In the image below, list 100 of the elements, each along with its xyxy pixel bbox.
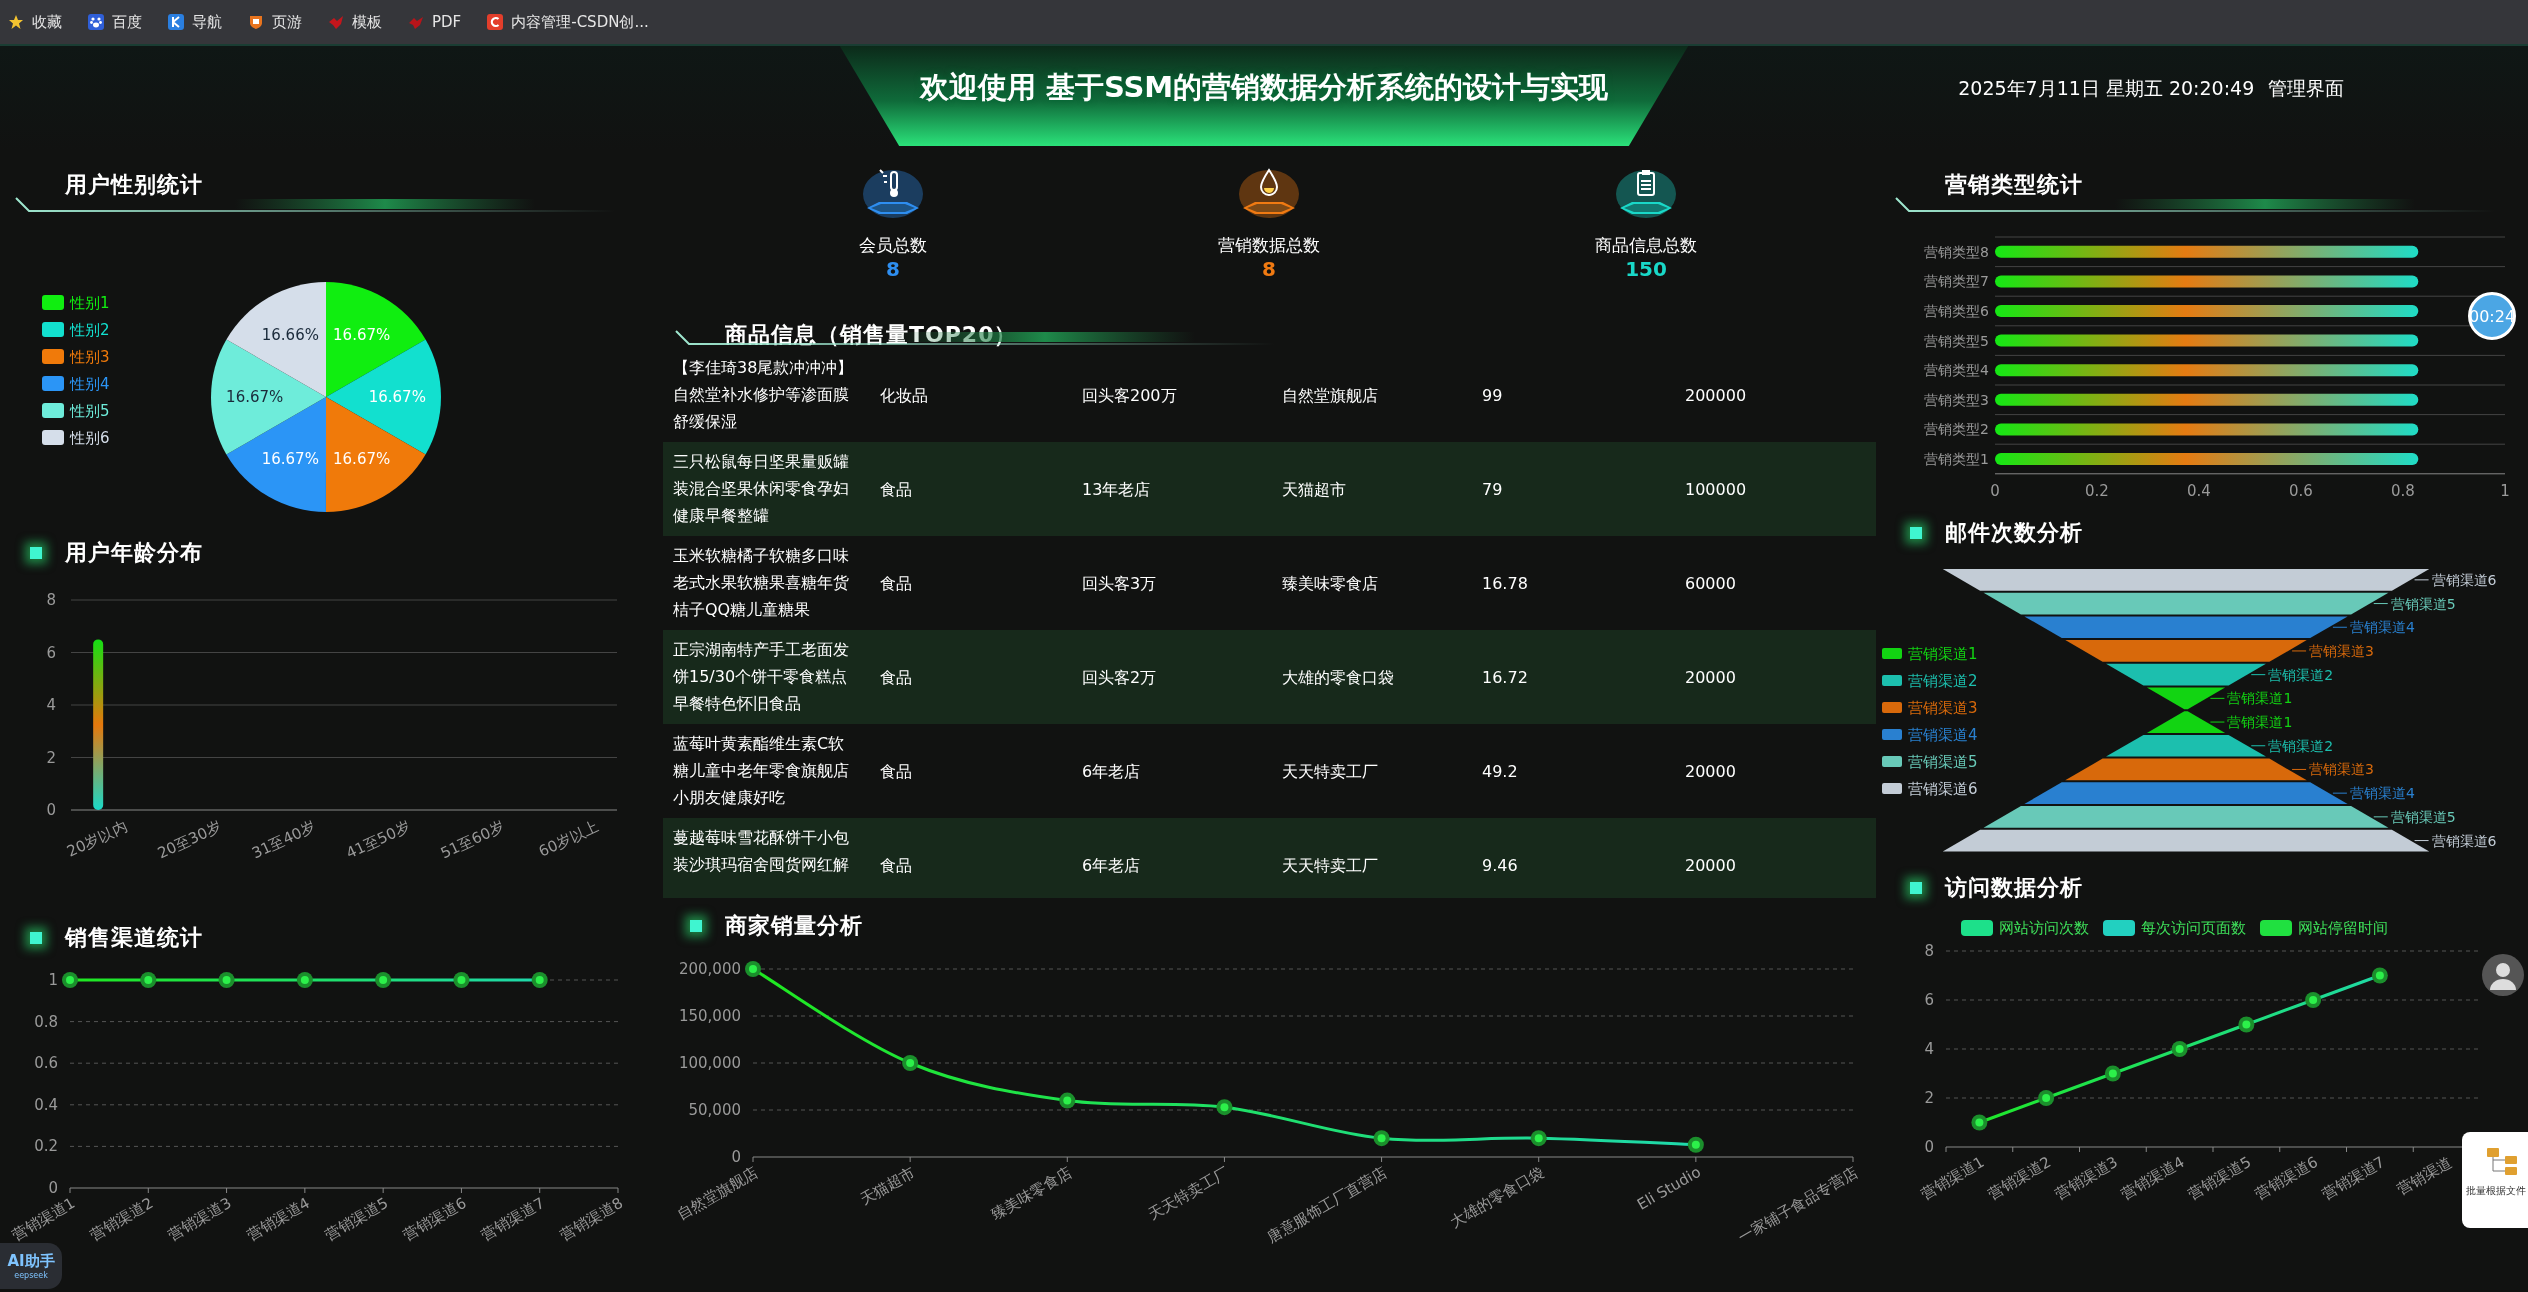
axis-label: 营销类型4: [1924, 362, 1989, 379]
table-cell-text: 正宗湖南特产手工老面发饼15/30个饼干零食糕点早餐特色怀旧食品: [673, 639, 850, 715]
droplet-icon: [1260, 169, 1278, 196]
section-title: 营销类型统计: [1945, 171, 2083, 199]
data-point: [1216, 1099, 1233, 1116]
table-cell-text: 自然堂旗舰店: [1282, 384, 1379, 407]
table-cell-text: 天天特卖工厂: [1282, 854, 1379, 877]
table-cell-text: 20000: [1685, 760, 1737, 783]
axis-label: 营销渠道: [2393, 1152, 2455, 1199]
leader-line: [2373, 603, 2389, 605]
bookmark-link[interactable]: 收藏: [8, 12, 62, 32]
axis-label: 0.2: [34, 1137, 58, 1156]
legend-label: 性别5: [70, 402, 110, 420]
data-point: [1373, 1130, 1390, 1147]
axis-label: 150,000: [678, 1007, 741, 1025]
table-cell-text: 16.72: [1482, 666, 1529, 689]
table-cell-text: 天猫超市: [1282, 478, 1347, 501]
legend-swatch[interactable]: [2102, 920, 2135, 936]
table-cell-text: 13年老店: [1082, 478, 1152, 501]
bookmark-link[interactable]: 内容管理-CSDN创...: [487, 12, 649, 32]
axis-label: 200,000: [678, 960, 741, 978]
legend-label[interactable]: 网站访问次数: [1998, 918, 2089, 938]
bookmark-link[interactable]: 导航: [168, 12, 222, 32]
legend-label: 营销渠道6: [1908, 780, 1978, 798]
table-cell-text: 蔓越莓味雪花酥饼干小包装沙琪玛宿舍囤货网红解: [673, 827, 850, 876]
stat-label: 营销数据总数: [1218, 234, 1320, 257]
legend-label[interactable]: 每次访问页面数: [2140, 918, 2246, 938]
pedestal-drawing: [863, 170, 923, 218]
table-cell-text: 16.78: [1482, 572, 1529, 595]
section-title: 访问数据分析: [1945, 873, 2083, 902]
section-title: 用户年龄分布: [65, 538, 203, 567]
legend-label: 营销渠道4: [1908, 726, 1978, 744]
data-point: [2371, 967, 2388, 984]
data-point: [453, 972, 470, 988]
shield-icon: [248, 14, 264, 30]
section-title: 商品信息（销售量TOP20）: [725, 321, 1018, 349]
axis-label: 营销渠道3: [165, 1193, 235, 1245]
segment-label: 营销渠道5: [2390, 595, 2456, 612]
segment-label: 营销渠道3: [2309, 761, 2374, 778]
bookmark-link[interactable]: 页游: [248, 12, 302, 32]
data-point: [2238, 1016, 2255, 1033]
folder-tree-icon: [2485, 1146, 2519, 1176]
table-cell-text: 6年老店: [1082, 854, 1142, 877]
section-title: 邮件次数分析: [1945, 518, 2083, 547]
assistant-button[interactable]: AI助手 eepseek: [0, 1243, 62, 1289]
data-point: [296, 972, 313, 988]
slice-label: 16.67%: [226, 387, 284, 406]
axis-label: 营销渠道7: [478, 1193, 548, 1245]
segment-label: 营销渠道2: [2268, 666, 2334, 683]
legend-label[interactable]: 网站停留时间: [2297, 918, 2388, 938]
axis-label: 营销渠道6: [400, 1193, 470, 1245]
stat-value: 8: [886, 257, 900, 281]
segment-label: 营销渠道1: [2227, 714, 2293, 731]
square-icon: [30, 931, 42, 944]
square-icon: [1910, 526, 1922, 539]
axis-label: 营销类型6: [1924, 303, 1989, 319]
bird-icon: [408, 14, 424, 30]
admin-link[interactable]: 管理界面: [2268, 76, 2345, 102]
table-cell-text: 臻美味零食店: [1282, 572, 1379, 595]
slice-label: 16.67%: [333, 449, 391, 468]
avatar-icon[interactable]: [2481, 953, 2525, 997]
star-icon: [8, 14, 24, 30]
axis-label: 41至50岁: [343, 817, 413, 863]
axis-label: 6: [1924, 991, 1934, 1009]
axis-label: 8: [1924, 942, 1934, 960]
section-title: 商家销量分析: [725, 911, 863, 940]
bookmark-link[interactable]: 百度: [88, 12, 142, 32]
axis-label: 100,000: [678, 1054, 741, 1072]
data-point: [2104, 1065, 2121, 1082]
axis-label: 天猫超市: [857, 1162, 919, 1209]
axis-label: 60岁以上: [535, 817, 602, 861]
axis-label: 营销渠道4: [243, 1193, 313, 1245]
legend-swatch[interactable]: [2259, 920, 2292, 936]
table-cell-text: 食品: [880, 854, 913, 877]
square-icon: [690, 919, 702, 932]
axis-label: 6: [46, 643, 56, 662]
axis-label: 0.8: [2391, 481, 2415, 500]
tool-label: 批量根据文件: [2465, 1184, 2526, 1198]
bookmark-link[interactable]: PDF: [408, 13, 462, 31]
table-cell-text: 79: [1482, 478, 1504, 501]
leader-line: [2332, 626, 2348, 628]
table-cell-text: 9.46: [1482, 854, 1519, 877]
tool-card[interactable]: 批量根据文件: [2462, 1132, 2528, 1228]
data-point: [1059, 1092, 1076, 1109]
page-title: 欢迎使用 基于SSM的营销数据分析系统的设计与实现: [839, 46, 1689, 146]
stat-label: 商品信息总数: [1595, 234, 1697, 257]
bookmark-link[interactable]: 模板: [328, 12, 382, 32]
data-point: [1530, 1130, 1547, 1147]
legend-swatch[interactable]: [1960, 920, 1993, 936]
slice-label: 16.67%: [368, 388, 426, 406]
legend-label: 性别3: [70, 348, 110, 366]
axis-label: 0.6: [34, 1054, 58, 1073]
leader-line: [2291, 768, 2307, 770]
slice-label: 16.66%: [261, 326, 319, 345]
axis-label: 营销类型7: [1924, 273, 1989, 290]
axis-label: 2: [1924, 1089, 1934, 1107]
axis-label: 唐意服饰工厂直营店: [1263, 1162, 1390, 1246]
axis-label: 0.8: [34, 1012, 58, 1031]
segment-label: 营销渠道5: [2390, 808, 2456, 825]
data-point: [531, 972, 548, 988]
